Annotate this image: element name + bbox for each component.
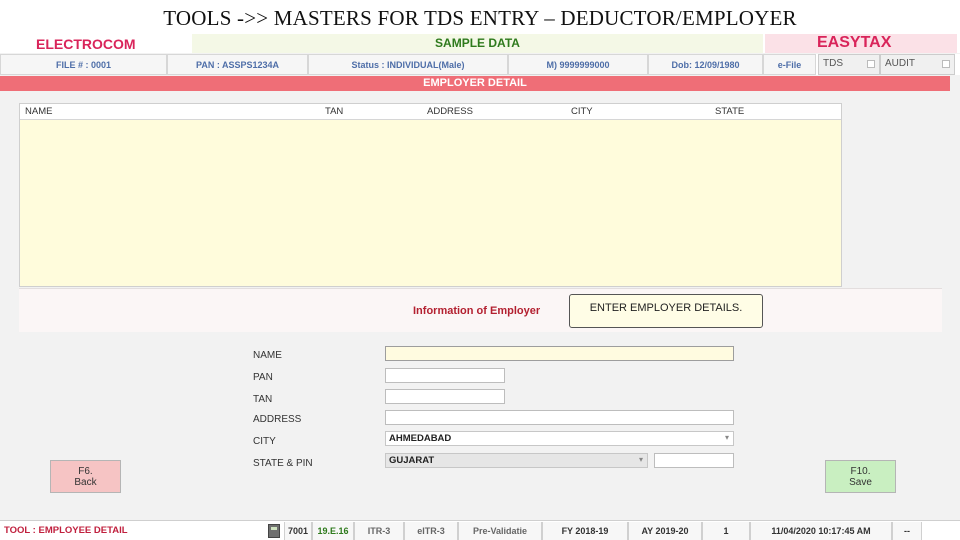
employer-grid[interactable]: NAME TAN ADDRESS CITY STATE (19, 103, 842, 287)
save-button[interactable]: F10. Save (825, 460, 896, 493)
label-pan: PAN (253, 372, 273, 383)
address-input[interactable] (385, 410, 734, 425)
label-name: NAME (253, 350, 282, 361)
status-code: 7001 (284, 522, 312, 540)
file-number: FILE # : 0001 (0, 54, 167, 75)
brand-electrocom: ELECTROCOM (0, 34, 190, 53)
mobile-info: M) 9999999000 (508, 54, 648, 75)
status-datetime: 11/04/2020 10:17:45 AM (750, 522, 892, 540)
info-panel: Information of Employer ENTER EMPLOYER D… (19, 288, 942, 332)
calculator-icon[interactable] (268, 524, 280, 538)
label-address: ADDRESS (253, 414, 302, 425)
status-version: 19.E.16 (312, 522, 354, 540)
section-title: EMPLOYER DETAIL (0, 76, 950, 91)
save-key: F10. (850, 466, 871, 477)
hint-tooltip: ENTER EMPLOYER DETAILS. (569, 294, 763, 328)
grid-header: NAME TAN ADDRESS CITY STATE (20, 104, 841, 120)
label-city: CITY (253, 436, 276, 447)
dob-info: Dob: 12/09/1980 (648, 54, 763, 75)
app-window: ELECTROCOM SAMPLE DATA EASYTAX FILE # : … (0, 34, 960, 540)
state-select[interactable]: GUJARAT ▾ (385, 453, 648, 468)
back-button[interactable]: F6. Back (50, 460, 121, 493)
pan-info: PAN : ASSPS1234A (167, 54, 308, 75)
brand-row: ELECTROCOM SAMPLE DATA EASYTAX (0, 34, 960, 53)
efile-button[interactable]: e-File (763, 54, 816, 75)
chevron-down-icon: ▾ (638, 455, 643, 464)
tds-check-icon[interactable] (867, 60, 875, 68)
label-tan: TAN (253, 394, 273, 405)
back-label: Back (74, 477, 97, 488)
column-state[interactable]: STATE (715, 106, 744, 117)
tan-input[interactable] (385, 389, 505, 404)
tab-tds[interactable]: TDS (818, 54, 880, 75)
audit-check-icon[interactable] (942, 60, 950, 68)
tab-tds-label: TDS (823, 58, 843, 69)
column-address[interactable]: ADDRESS (427, 106, 473, 117)
tab-audit[interactable]: AUDIT (880, 54, 955, 75)
status-info: Status : INDIVIDUAL(Male) (308, 54, 508, 75)
save-label: Save (849, 477, 872, 488)
pan-input[interactable] (385, 368, 505, 383)
column-tan[interactable]: TAN (325, 106, 343, 117)
status-count: 1 (702, 522, 750, 540)
status-fy: FY 2018-19 (542, 522, 628, 540)
panel-title: Information of Employer (413, 305, 541, 317)
city-select[interactable]: AHMEDABAD ▾ (385, 431, 734, 446)
employer-name-input[interactable] (385, 346, 734, 361)
label-state-pin: STATE & PIN (253, 458, 313, 469)
state-value: GUJARAT (389, 455, 435, 466)
status-eitr[interactable]: eITR-3 (404, 522, 458, 540)
sample-data-label: SAMPLE DATA (192, 34, 763, 53)
status-bar: TOOL : EMPLOYEE DETAIL 7001 19.E.16 ITR-… (0, 520, 960, 540)
column-name[interactable]: NAME (25, 106, 52, 117)
status-itr[interactable]: ITR-3 (354, 522, 404, 540)
city-value: AHMEDABAD (389, 433, 452, 444)
pin-input[interactable] (654, 453, 734, 468)
status-prevalidate[interactable]: Pre-Validatie (458, 522, 542, 540)
column-city[interactable]: CITY (571, 106, 593, 117)
brand-easytax: EASYTAX (765, 34, 957, 53)
chevron-down-icon: ▾ (724, 433, 729, 442)
back-key: F6. (78, 466, 93, 477)
status-more[interactable]: -- (892, 522, 922, 540)
slide-title: TOOLS ->> MASTERS FOR TDS ENTRY – DEDUCT… (163, 6, 797, 30)
status-title: TOOL : EMPLOYEE DETAIL (4, 525, 128, 536)
tab-audit-label: AUDIT (885, 58, 915, 69)
client-info-row: FILE # : 0001 PAN : ASSPS1234A Status : … (0, 54, 960, 75)
status-ay: AY 2019-20 (628, 522, 702, 540)
